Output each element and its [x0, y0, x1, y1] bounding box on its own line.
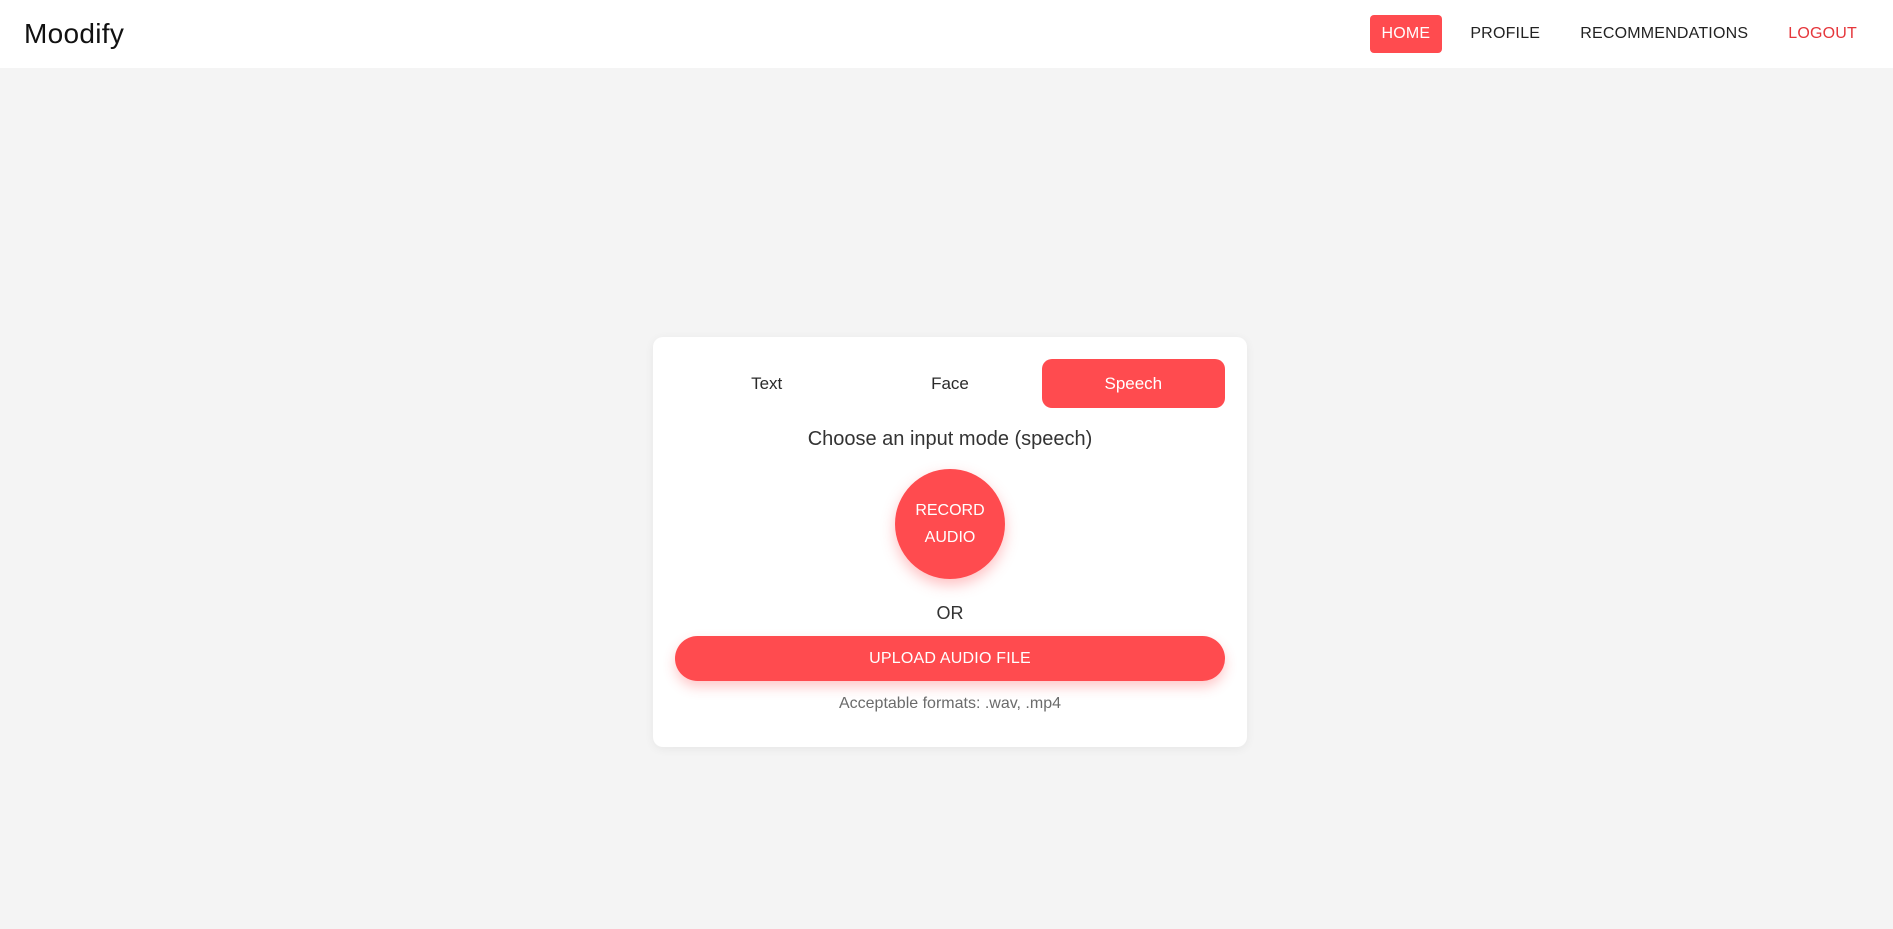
record-audio-label: RECORD AUDIO	[915, 502, 985, 546]
upload-audio-button[interactable]: UPLOAD AUDIO FILE	[675, 636, 1225, 681]
input-mode-prompt: Choose an input mode (speech)	[807, 428, 1093, 450]
record-wrap: RECORD AUDIO	[675, 469, 1225, 579]
record-audio-button[interactable]: RECORD AUDIO	[895, 469, 1005, 579]
nav-logout[interactable]: LOGOUT	[1776, 15, 1869, 53]
mode-tabs: Text Face Speech	[675, 359, 1225, 408]
tab-speech[interactable]: Speech	[1041, 359, 1225, 408]
input-mode-card: Text Face Speech Choose an input mode (s…	[653, 337, 1247, 747]
or-divider-text: OR	[936, 603, 964, 623]
brand-logo[interactable]: Moodify	[24, 18, 124, 50]
nav-home[interactable]: HOME	[1369, 15, 1443, 53]
tab-text[interactable]: Text	[675, 359, 858, 408]
top-navbar: Moodify HOME PROFILE RECOMMENDATIONS LOG…	[0, 0, 1893, 68]
tab-face[interactable]: Face	[858, 359, 1041, 408]
nav-profile[interactable]: PROFILE	[1458, 15, 1552, 53]
nav-links: HOME PROFILE RECOMMENDATIONS LOGOUT	[1354, 15, 1870, 53]
nav-recommendations[interactable]: RECOMMENDATIONS	[1568, 15, 1760, 53]
acceptable-formats-text: Acceptable formats: .wav, .mp4	[838, 695, 1061, 712]
